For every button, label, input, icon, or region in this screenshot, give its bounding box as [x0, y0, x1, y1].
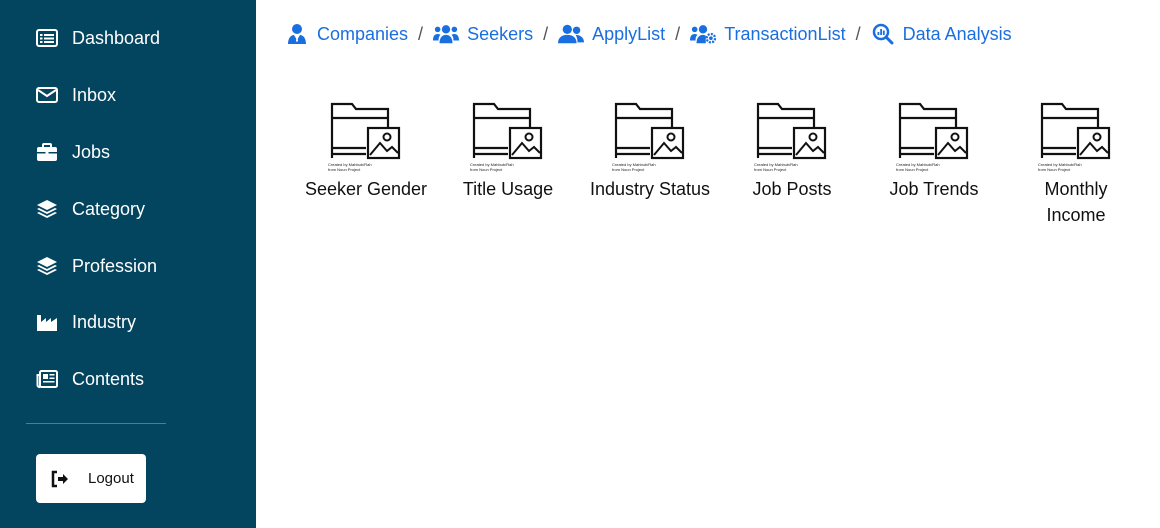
image-credit: Created by Mahbub/Rah from Noun Project	[896, 162, 940, 172]
logout-label: Logout	[88, 470, 134, 487]
sidebar-item-label: Profession	[72, 255, 158, 276]
briefcase-icon	[36, 141, 58, 163]
tile-label: Job Posts	[752, 179, 832, 199]
breadcrumb-data-analysis[interactable]: Data Analysis	[871, 23, 1012, 45]
envelope-icon	[36, 84, 58, 106]
folder-image-icon	[898, 102, 969, 160]
image-credit: Created by Mahbub/Rah from Noun Project	[612, 162, 656, 172]
breadcrumb-companies[interactable]: Companies	[285, 23, 408, 45]
report-tile-title-usage[interactable]: Created by Mahbub/Rah from Noun Project …	[446, 100, 570, 202]
sidebar-item-label: Inbox	[72, 84, 117, 105]
image-credit: Created by Mahbub/Rah from Noun Project	[470, 162, 514, 172]
sidebar: Dashboard Inbox Jobs Category Profession…	[0, 0, 256, 528]
layers-icon	[36, 198, 58, 220]
breadcrumb-applylist[interactable]: ApplyList	[558, 23, 665, 45]
folder-image-icon	[614, 102, 685, 160]
sidebar-item-inbox[interactable]: Inbox	[36, 81, 116, 109]
report-tile-job-trends[interactable]: Created by Mahbub/Rah from Noun Project …	[872, 100, 996, 202]
list-alt-icon	[36, 27, 58, 49]
sidebar-item-label: Category	[72, 198, 146, 219]
folder-image-icon	[1040, 102, 1111, 160]
sidebar-item-label: Dashboard	[72, 27, 161, 48]
sidebar-divider	[26, 423, 166, 424]
logout-button[interactable]: Logout	[36, 454, 146, 503]
folder-image-icon	[756, 102, 827, 160]
breadcrumb-separator: /	[418, 23, 424, 44]
report-tile-monthly-income[interactable]: Created by Mahbub/Rah from Noun Project …	[1014, 100, 1138, 228]
users-cog-icon	[690, 23, 717, 45]
report-tile-industry-status[interactable]: Created by Mahbub/Rah from Noun Project …	[588, 100, 712, 202]
user-group-icon	[558, 23, 585, 45]
tile-label: Job Trends	[889, 179, 979, 199]
breadcrumb-separator: /	[675, 23, 681, 44]
sidebar-item-category[interactable]: Category	[36, 195, 145, 223]
users-icon	[433, 23, 460, 45]
image-credit: Created by Mahbub/Rah from Noun Project	[1038, 162, 1082, 172]
crumb-label: TransactionList	[724, 23, 846, 44]
sidebar-item-jobs[interactable]: Jobs	[36, 138, 110, 166]
folder-image-icon	[472, 102, 543, 160]
report-tile-seeker-gender[interactable]: Created by Mahbub/Rah from Noun Project …	[304, 100, 428, 202]
breadcrumb-separator: /	[855, 23, 861, 44]
folder-image-icon	[330, 102, 401, 160]
breadcrumb-transactionlist[interactable]: TransactionList	[690, 23, 846, 45]
breadcrumb: Companies / Seekers / ApplyList / Transa…	[285, 20, 1012, 48]
report-tile-job-posts[interactable]: Created by Mahbub/Rah from Noun Project …	[730, 100, 854, 202]
sidebar-item-label: Contents	[72, 368, 145, 389]
image-credit: Created by Mahbub/Rah from Noun Project	[754, 162, 798, 172]
sidebar-item-label: Industry	[72, 311, 137, 332]
newspaper-icon	[36, 368, 58, 390]
crumb-label: Seekers	[467, 23, 534, 44]
breadcrumb-seekers[interactable]: Seekers	[433, 23, 533, 45]
tile-label: Seeker Gender	[304, 179, 428, 199]
layers-icon	[36, 255, 58, 277]
sign-out-icon	[50, 469, 70, 489]
sidebar-item-profession[interactable]: Profession	[36, 252, 157, 280]
sidebar-item-contents[interactable]: Contents	[36, 365, 144, 393]
sidebar-item-label: Jobs	[72, 141, 111, 162]
crumb-label: Companies	[317, 23, 409, 44]
tile-label: Industry Status	[589, 179, 711, 199]
crumb-label: Data Analysis	[902, 23, 1012, 44]
sidebar-item-industry[interactable]: Industry	[36, 308, 136, 336]
tile-label: Title Usage	[462, 179, 554, 199]
image-credit: Created by Mahbub/Rah from Noun Project	[328, 162, 372, 172]
tile-label: Monthly Income	[1044, 179, 1108, 225]
user-tie-icon	[285, 23, 309, 45]
crumb-label: ApplyList	[592, 23, 666, 44]
breadcrumb-separator: /	[543, 23, 549, 44]
sidebar-item-dashboard[interactable]: Dashboard	[36, 24, 160, 52]
search-chart-icon	[871, 23, 895, 45]
industry-icon	[36, 311, 58, 333]
